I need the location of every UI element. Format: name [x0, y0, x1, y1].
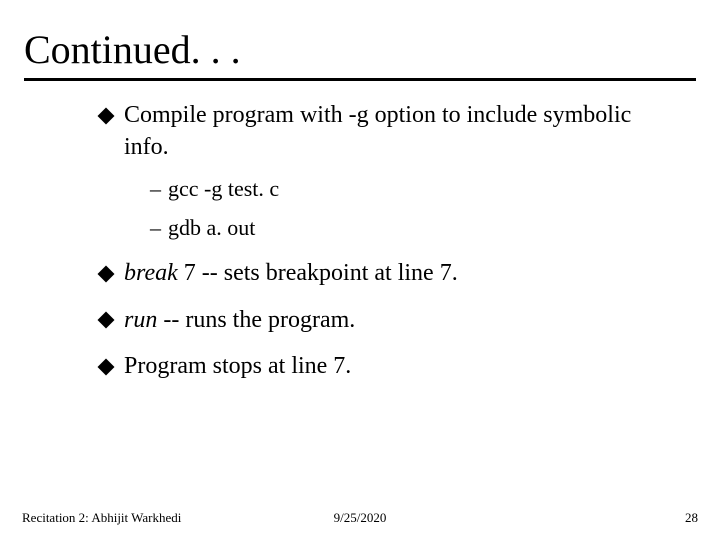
- title-block: Continued. . .: [0, 0, 720, 72]
- subbullet-gcc: – gcc -g test. c: [150, 174, 660, 204]
- slide: Continued. . . Compile program with -g o…: [0, 0, 720, 540]
- slide-body: Compile program with -g option to includ…: [0, 81, 720, 382]
- bullet-text: Compile program with -g option to includ…: [124, 102, 631, 160]
- subbullet-text: gcc -g test. c: [168, 176, 279, 201]
- subbullet-gdb: – gdb a. out: [150, 213, 660, 243]
- diamond-icon: [98, 312, 115, 329]
- bullet-text: Program stops at line 7.: [124, 353, 351, 379]
- dash-icon: –: [150, 213, 161, 243]
- command-name: break: [124, 260, 178, 286]
- dash-icon: –: [150, 174, 161, 204]
- bullet-run: run -- runs the program.: [100, 304, 660, 336]
- bullet-program-stops: Program stops at line 7.: [100, 350, 660, 382]
- command-name: run: [124, 307, 157, 333]
- diamond-icon: [98, 107, 115, 124]
- bullet-compile: Compile program with -g option to includ…: [100, 99, 660, 243]
- bullet-break: break 7 -- sets breakpoint at line 7.: [100, 257, 660, 289]
- subbullet-text: gdb a. out: [168, 215, 255, 240]
- footer-page-number: 28: [685, 510, 698, 526]
- bullet-text: -- runs the program.: [157, 307, 355, 333]
- footer-date: 9/25/2020: [0, 510, 720, 526]
- bullet-text: 7 -- sets breakpoint at line 7.: [178, 260, 458, 286]
- slide-title: Continued. . .: [24, 28, 720, 72]
- diamond-icon: [98, 265, 115, 282]
- diamond-icon: [98, 358, 115, 375]
